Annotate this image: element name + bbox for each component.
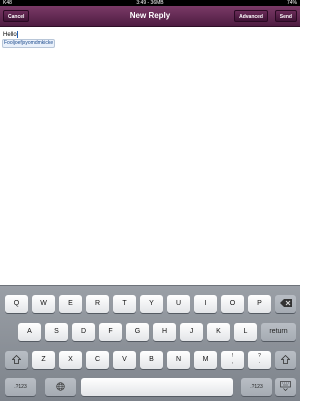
key-s[interactable]: S xyxy=(45,323,68,341)
backspace-icon xyxy=(279,299,292,308)
key-b[interactable]: B xyxy=(140,351,163,369)
compose-area[interactable]: Hello Fooljoefjsyomdmkicke xyxy=(0,27,300,284)
key-m[interactable]: M xyxy=(194,351,217,369)
compose-text-field[interactable]: Hello xyxy=(3,31,18,38)
key-u[interactable]: U xyxy=(167,295,190,313)
key-k[interactable]: K xyxy=(207,323,230,341)
key-t[interactable]: T xyxy=(113,295,136,313)
shift-left-key[interactable] xyxy=(5,351,28,369)
key-r[interactable]: R xyxy=(86,295,109,313)
key-question-period[interactable]: ? . xyxy=(248,351,271,369)
numbers-key-left[interactable]: .?123 xyxy=(5,378,36,396)
shift-icon xyxy=(280,354,291,364)
globe-key[interactable] xyxy=(45,378,76,396)
key-z[interactable]: Z xyxy=(32,351,55,369)
hide-keyboard-key[interactable] xyxy=(275,378,296,396)
key-w[interactable]: W xyxy=(32,295,55,313)
compose-text: Hello xyxy=(3,32,17,39)
text-caret xyxy=(16,31,18,38)
key-l[interactable]: L xyxy=(234,323,257,341)
backspace-key[interactable] xyxy=(275,295,296,313)
return-key[interactable]: return xyxy=(261,323,296,341)
key-exclaim-comma[interactable]: ! , xyxy=(221,351,244,369)
key-comma-label: , xyxy=(231,359,234,365)
key-i[interactable]: I xyxy=(194,295,217,313)
key-y[interactable]: Y xyxy=(140,295,163,313)
shift-right-key[interactable] xyxy=(275,351,296,369)
key-q[interactable]: Q xyxy=(5,295,28,313)
globe-icon xyxy=(56,382,65,391)
key-e[interactable]: E xyxy=(59,295,82,313)
key-h[interactable]: H xyxy=(153,323,176,341)
key-a[interactable]: A xyxy=(18,323,41,341)
space-key[interactable] xyxy=(81,378,233,396)
key-period-label: . xyxy=(258,359,261,365)
key-g[interactable]: G xyxy=(126,323,149,341)
key-d[interactable]: D xyxy=(72,323,95,341)
numbers-key-right[interactable]: .?123 xyxy=(241,378,272,396)
navigation-bar: Cancel New Reply Advanced Send xyxy=(0,6,300,27)
key-p[interactable]: P xyxy=(248,295,271,313)
key-x[interactable]: X xyxy=(59,351,82,369)
shift-icon xyxy=(11,354,22,364)
key-v[interactable]: V xyxy=(113,351,136,369)
key-c[interactable]: C xyxy=(86,351,109,369)
key-j[interactable]: J xyxy=(180,323,203,341)
onscreen-keyboard: Q W E R T Y U I O P A S D F G H J K L re… xyxy=(0,285,300,401)
autocorrect-suggestion[interactable]: Fooljoefjsyomdmkicke xyxy=(2,39,56,48)
key-f[interactable]: F xyxy=(99,323,122,341)
key-o[interactable]: O xyxy=(221,295,244,313)
keyboard-hide-icon xyxy=(280,381,291,392)
advanced-button[interactable]: Advanced xyxy=(234,10,268,22)
send-button[interactable]: Send xyxy=(274,10,297,22)
key-n[interactable]: N xyxy=(167,351,190,369)
